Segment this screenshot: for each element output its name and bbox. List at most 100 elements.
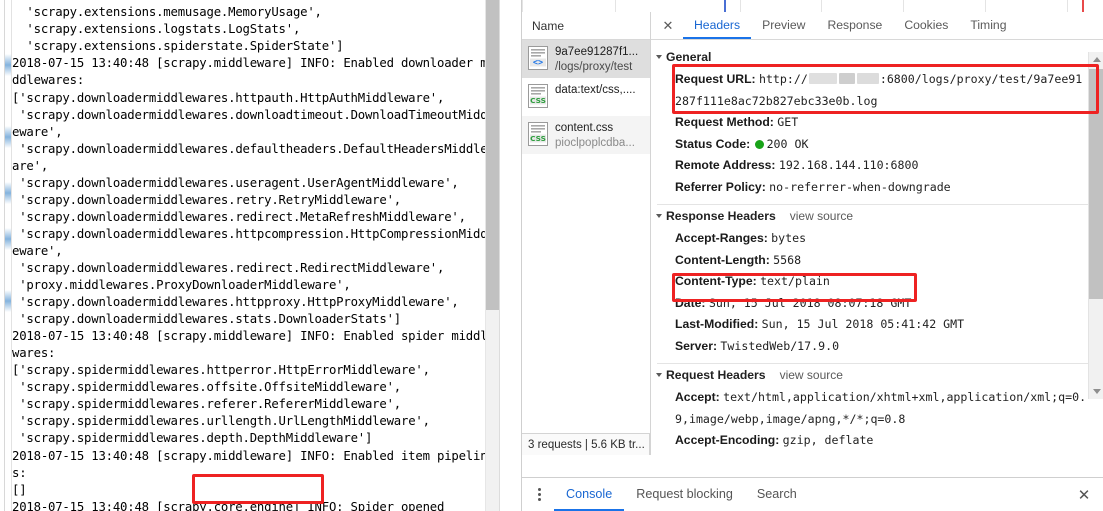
header-value: no-referrer-when-downgrade <box>769 179 951 194</box>
header-value: 192.168.144.110:6800 <box>778 158 919 172</box>
header-row-accept-ranges: Accept-Ranges: bytes <box>657 228 1089 250</box>
header-key: Accept-Ranges: <box>675 231 768 245</box>
chevron-down-icon <box>656 373 662 377</box>
gutter-mark <box>5 126 11 148</box>
close-detail-icon[interactable]: ✕ <box>657 15 679 37</box>
gutter-mark <box>5 54 11 76</box>
header-value: 200 OK <box>766 136 809 151</box>
close-drawer-icon[interactable]: ✕ <box>1074 485 1094 505</box>
chevron-down-icon <box>656 55 662 59</box>
header-row-status-code: Status Code: 200 OK <box>657 134 1089 156</box>
header-value: TwistedWeb/17.9.0 <box>720 338 840 353</box>
request-name: content.css <box>555 122 614 134</box>
status-ok-dot-icon <box>754 139 764 149</box>
devtools-drawer: Console Request blocking Search ✕ <box>522 477 1103 511</box>
request-detail-pane: ✕ Headers Preview Response Cookies Timin… <box>651 12 1103 455</box>
section-general-header[interactable]: General <box>656 50 1089 64</box>
header-value: 5568 <box>773 252 802 267</box>
timeline-domcontentloaded-marker <box>724 0 726 12</box>
header-key: Accept-Language: <box>675 455 781 456</box>
request-detail-tabbar: ✕ Headers Preview Response Cookies Timin… <box>651 12 1103 40</box>
network-request-list: Name <> 9a7ee91287f1... /logs/proxy/test <box>522 12 651 455</box>
redacted-host-block <box>838 73 855 84</box>
request-path: pioclpoplcdba... <box>555 136 635 149</box>
css-file-icon: CSS <box>527 121 549 147</box>
gutter-mark <box>5 182 11 204</box>
log-gutter-ruler <box>0 0 12 511</box>
screenshot-root: 'scrapy.extensions.memusage.MemoryUsage'… <box>0 0 1103 511</box>
header-key: Request Method: <box>675 115 774 129</box>
header-key: Accept: <box>675 390 720 404</box>
svg-text:CSS: CSS <box>530 96 546 105</box>
headers-vertical-scrollbar[interactable] <box>1088 52 1103 399</box>
header-key: Server: <box>675 338 718 353</box>
header-row-request-url: Request URL: http://:6800/logs/proxy/tes… <box>657 69 1089 112</box>
headers-scrollbar-thumb[interactable] <box>1089 69 1103 299</box>
tab-response[interactable]: Response <box>816 12 893 39</box>
header-key: Accept-Encoding: <box>675 433 780 447</box>
header-row-remote-address: Remote Address: 192.168.144.110:6800 <box>657 155 1089 177</box>
header-value: gzip, deflate <box>782 433 874 447</box>
gutter-mark <box>5 290 11 312</box>
redacted-host-block <box>856 73 879 84</box>
log-vertical-scrollbar[interactable] <box>485 0 500 511</box>
log-viewer-pane: 'scrapy.extensions.memusage.MemoryUsage'… <box>0 0 520 511</box>
headers-content: General Request URL: http://:6800/logs/p… <box>651 40 1089 455</box>
chevron-down-icon <box>656 214 662 218</box>
header-key: Last-Modified: <box>675 317 759 331</box>
request-name: data:text/css,.... <box>555 84 636 96</box>
header-row-referrer-policy: Referrer Policy: no-referrer-when-downgr… <box>657 177 1089 199</box>
header-key: Request URL: <box>675 72 756 86</box>
section-title: Response Headers <box>666 209 776 223</box>
header-value: GET <box>777 115 799 129</box>
tab-headers[interactable]: Headers <box>683 12 752 39</box>
tab-preview[interactable]: Preview <box>751 12 816 39</box>
drawer-tab-console[interactable]: Console <box>554 478 625 511</box>
request-list-column-header-name[interactable]: Name <box>522 12 650 40</box>
scroll-up-arrow-icon[interactable] <box>1089 52 1103 67</box>
section-title: Request Headers <box>666 368 766 382</box>
view-source-link[interactable]: view source <box>780 368 843 382</box>
header-key: Status Code: <box>675 136 751 151</box>
tab-cookies[interactable]: Cookies <box>893 12 959 39</box>
request-list-item[interactable]: <> 9a7ee91287f1... /logs/proxy/test <box>522 40 650 78</box>
header-row-accept: Accept: text/html,application/xhtml+xml,… <box>657 387 1089 430</box>
request-name: 9a7ee91287f1... <box>555 46 639 58</box>
section-response-headers-header[interactable]: Response Headers view source <box>656 209 1089 223</box>
gutter-mark <box>5 228 11 250</box>
scroll-down-arrow-icon[interactable] <box>1089 384 1103 399</box>
header-value: text/plain <box>760 274 830 288</box>
tab-timing[interactable]: Timing <box>959 12 1017 39</box>
header-value: text/html,application/xhtml+xml,applicat… <box>675 390 1087 426</box>
document-code-icon: <> <box>527 45 549 71</box>
log-scrollbar-thumb[interactable] <box>486 0 500 310</box>
header-row-accept-encoding: Accept-Encoding: gzip, deflate <box>657 430 1089 452</box>
css-file-icon: CSS <box>527 83 549 109</box>
drawer-tab-search[interactable]: Search <box>745 478 809 511</box>
more-vertical-icon[interactable] <box>530 484 548 506</box>
request-list-item[interactable]: CSS content.css pioclpoplcdba... <box>522 116 650 154</box>
drawer-tab-request-blocking[interactable]: Request blocking <box>624 478 745 511</box>
view-source-link[interactable]: view source <box>790 209 853 223</box>
header-row-last-modified: Last-Modified: Sun, 15 Jul 2018 05:41:42… <box>657 314 1089 336</box>
section-title: General <box>666 50 712 64</box>
section-request-headers-header[interactable]: Request Headers view source <box>656 368 1089 382</box>
timeline-load-marker <box>1082 0 1084 12</box>
request-path: /logs/proxy/test <box>555 60 633 73</box>
log-pane-right-edge <box>499 0 520 511</box>
header-row-content-length: Content-Length: 5568 <box>657 250 1089 272</box>
header-value-prefix: http:// <box>758 72 808 86</box>
header-row-accept-language: Accept-Language: zh-CN,zh;q=0.9 <box>657 452 1089 456</box>
header-value: Sun, 15 Jul 2018 05:41:42 GMT <box>761 317 965 331</box>
redacted-host-block <box>808 73 837 84</box>
header-value: bytes <box>771 231 807 245</box>
header-key: Remote Address: <box>675 158 776 172</box>
header-row-server: Server: TwistedWeb/17.9.0 <box>657 336 1089 358</box>
header-key: Date: <box>675 295 706 310</box>
svg-text:CSS: CSS <box>530 134 546 143</box>
header-value: Sun, 15 Jul 2018 08:07:18 GMT <box>708 295 912 310</box>
header-key: Referrer Policy: <box>675 179 766 194</box>
request-list-item[interactable]: CSS data:text/css,.... <box>522 78 650 116</box>
request-summary-status: 3 requests | 5.6 KB tr... <box>522 433 650 455</box>
header-key: Content-Length: <box>675 252 770 267</box>
